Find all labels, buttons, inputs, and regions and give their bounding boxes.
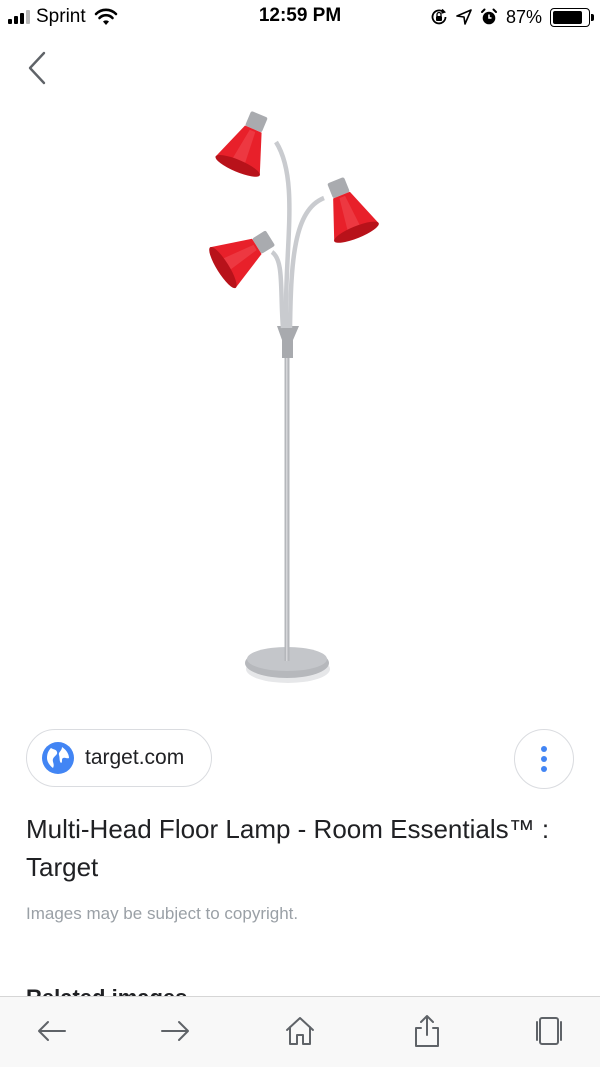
status-right: 87% xyxy=(430,5,594,29)
battery-icon xyxy=(550,7,594,27)
source-chip[interactable]: target.com xyxy=(26,729,212,787)
lamp-image[interactable] xyxy=(150,100,450,700)
source-domain: target.com xyxy=(85,746,185,769)
more-vert-icon[interactable] xyxy=(514,729,574,789)
battery-percent: 87% xyxy=(505,6,542,27)
location-icon xyxy=(456,9,472,25)
globe-icon xyxy=(42,742,74,774)
back-arrow-icon[interactable] xyxy=(34,1013,70,1049)
home-icon[interactable] xyxy=(282,1013,318,1049)
chevron-left-icon[interactable] xyxy=(20,48,56,88)
rotation-lock-icon xyxy=(431,8,447,25)
status-bar: Sprint 12:59 PM 87% xyxy=(0,0,600,34)
result-title[interactable]: Multi-Head Floor Lamp - Room Essentials™… xyxy=(26,810,566,886)
tabs-icon[interactable] xyxy=(531,1013,567,1049)
bottom-toolbar xyxy=(0,996,600,1067)
share-icon[interactable] xyxy=(409,1013,445,1049)
copyright-notice: Images may be subject to copyright. xyxy=(26,904,299,923)
related-images-heading: Related images xyxy=(26,984,187,996)
forward-arrow-icon[interactable] xyxy=(157,1013,193,1049)
alarm-icon xyxy=(480,8,497,25)
